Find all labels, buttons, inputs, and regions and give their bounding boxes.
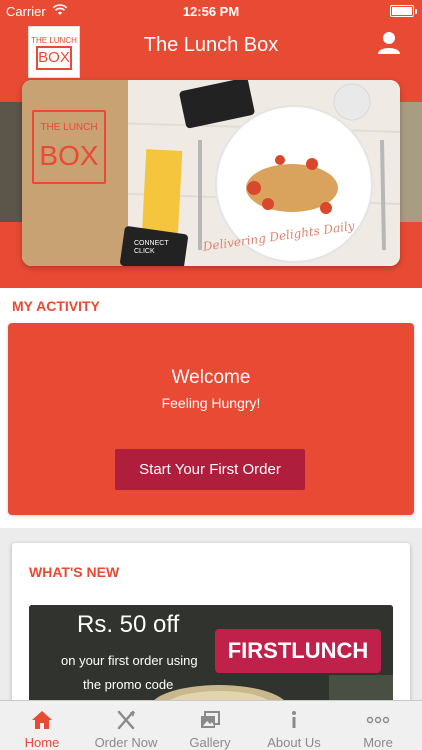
whats-new-card: WHAT'S NEW Rs. 50 off on your first orde…: [12, 543, 410, 713]
promo-text-line1: on your first order using: [61, 653, 198, 668]
promo-text-line2: the promo code: [83, 677, 174, 692]
profile-icon[interactable]: [376, 30, 402, 56]
welcome-subtitle: Feeling Hungry!: [161, 395, 261, 411]
status-bar: Carrier 12:56 PM: [0, 0, 422, 22]
banner-logo-top: THE LUNCH: [40, 122, 98, 133]
tab-gallery[interactable]: Gallery: [168, 701, 252, 750]
tab-more[interactable]: More: [336, 701, 420, 750]
gallery-icon: [201, 711, 220, 728]
tab-about-us-label: About Us: [267, 735, 321, 750]
info-icon: [292, 711, 296, 728]
tab-about-us[interactable]: About Us: [252, 701, 336, 750]
hero-banner-image[interactable]: THE LUNCH BOX CONNECT CLICK Delivering D…: [22, 80, 400, 266]
page-title: The Lunch Box: [143, 34, 279, 56]
banner-logo-main: BOX: [39, 140, 99, 171]
battery-icon: [390, 5, 417, 17]
welcome-title: Welcome: [171, 367, 251, 388]
banner-prev-slide[interactable]: [0, 102, 22, 222]
activity-section-title: MY ACTIVITY: [12, 298, 100, 314]
promo-amount: Rs. 50 off: [77, 611, 180, 638]
tab-home[interactable]: Home: [0, 701, 84, 750]
more-icon: [366, 716, 390, 724]
banner-card-text: CONNECT CLICK: [134, 240, 169, 255]
start-first-order-button[interactable]: Start Your First Order: [115, 449, 305, 490]
activity-section: MY ACTIVITY Welcome Feeling Hungry! Star…: [0, 288, 422, 528]
fork-knife-icon: [117, 710, 135, 730]
promo-code: FIRSTLUNCH: [215, 629, 381, 673]
banner-logo: THE LUNCH BOX: [32, 110, 106, 184]
tab-bar: Home Order Now Gallery About Us More: [0, 700, 422, 750]
tab-more-label: More: [363, 735, 393, 750]
clock: 12:56 PM: [182, 4, 240, 19]
header: THE LUNCH BOX The Lunch Box: [0, 22, 422, 80]
tab-gallery-label: Gallery: [189, 735, 231, 750]
tab-order-now-label: Order Now: [94, 735, 158, 750]
tab-order-now[interactable]: Order Now: [84, 701, 168, 750]
home-icon: [32, 711, 52, 729]
promo-banner[interactable]: Rs. 50 off on your first order using the…: [29, 605, 393, 713]
banner-next-slide[interactable]: [400, 102, 422, 222]
whats-new-title: WHAT'S NEW: [29, 564, 120, 580]
hero-banner-strip: THE LUNCH BOX CONNECT CLICK Delivering D…: [0, 80, 422, 288]
activity-card: Welcome Feeling Hungry! Start Your First…: [8, 323, 414, 515]
tab-home-label: Home: [24, 735, 60, 750]
